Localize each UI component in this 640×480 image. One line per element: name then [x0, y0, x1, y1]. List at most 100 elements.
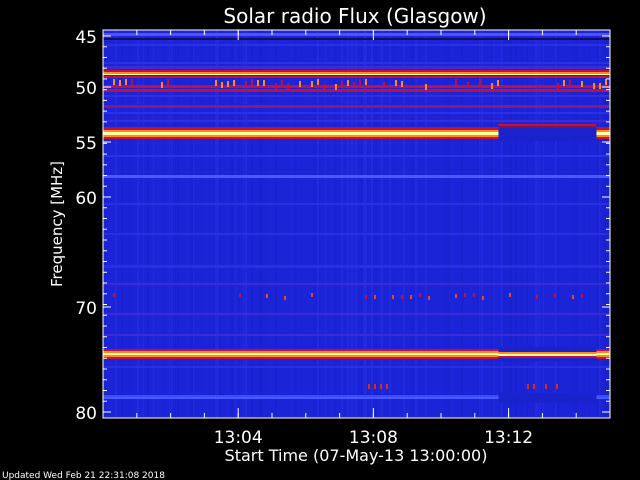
- texture-stripe: [597, 30, 599, 418]
- burst-tick: [581, 294, 583, 298]
- texture-stripe: [301, 30, 302, 418]
- texture-stripe: [213, 30, 215, 418]
- burst-tick: [473, 293, 475, 297]
- burst-tick: [347, 80, 349, 86]
- burst-tick: [392, 295, 394, 299]
- burst-tick: [556, 384, 558, 389]
- texture-stripe: [607, 30, 609, 418]
- burst-tick: [359, 79, 361, 85]
- texture-stripe: [201, 30, 202, 418]
- burst-tick: [425, 84, 427, 90]
- burst-tick: [533, 384, 535, 389]
- texture-stripe: [403, 30, 405, 418]
- texture-stripe: [363, 30, 365, 418]
- burst-tick: [365, 295, 367, 299]
- texture-stripe: [175, 30, 176, 418]
- chart-title: Solar radio Flux (Glasgow): [223, 4, 486, 28]
- frequency-band: [103, 112, 610, 114]
- burst-tick: [227, 81, 229, 87]
- burst-tick: [311, 81, 313, 87]
- x-tick-label: 13:08: [349, 428, 398, 448]
- burst-tick: [287, 83, 289, 89]
- texture-stripe: [259, 30, 261, 418]
- texture-stripe: [393, 30, 394, 418]
- texture-stripe: [265, 30, 266, 418]
- texture-stripe: [137, 30, 139, 418]
- texture-stripe: [419, 30, 420, 418]
- frequency-band: [103, 233, 610, 235]
- frequency-band: [103, 120, 610, 122]
- burst-tick: [593, 83, 595, 89]
- texture-stripe: [313, 30, 314, 418]
- texture-stripe: [261, 30, 263, 418]
- burst-tick: [386, 384, 388, 389]
- texture-stripe: [351, 30, 353, 418]
- burst-tick: [245, 81, 247, 87]
- burst-tick: [341, 81, 343, 87]
- burst-tick: [257, 80, 259, 86]
- spectrogram-plot: [103, 30, 610, 418]
- frequency-band: [103, 155, 610, 157]
- burst-tick: [581, 81, 583, 87]
- burst-tick: [419, 293, 421, 297]
- frequency-band: [103, 62, 610, 64]
- burst-tick: [131, 79, 133, 85]
- burst-tick: [395, 80, 397, 86]
- burst-tick: [401, 295, 403, 299]
- frequency-band: [103, 95, 610, 97]
- texture-stripe: [191, 30, 193, 418]
- y-tick-label: 80: [75, 404, 97, 424]
- y-tick-label: 60: [75, 189, 97, 209]
- burst-tick: [455, 79, 457, 85]
- frequency-band: [103, 334, 610, 336]
- texture-stripe: [193, 30, 194, 418]
- texture-stripe: [319, 30, 320, 418]
- texture-stripe: [415, 30, 417, 418]
- texture-stripe: [215, 30, 217, 418]
- y-tick-label: 70: [75, 299, 97, 319]
- texture-stripe: [389, 30, 391, 418]
- texture-stripe: [295, 30, 296, 418]
- frequency-band: [103, 76, 610, 78]
- burst-tick: [311, 293, 313, 297]
- frequency-band: [103, 85, 610, 88]
- burst-tick: [284, 296, 286, 300]
- burst-tick: [233, 80, 235, 86]
- texture-stripe: [473, 30, 474, 418]
- burst-tick: [167, 79, 169, 85]
- texture-stripe: [235, 30, 236, 418]
- burst-tick: [113, 79, 115, 85]
- burst-tick: [599, 83, 601, 89]
- texture-stripe: [217, 30, 219, 418]
- updated-footer: Updated Wed Feb 21 22:31:08 2018: [2, 471, 165, 480]
- texture-stripe: [129, 30, 130, 418]
- frequency-band: [103, 203, 610, 205]
- texture-stripe: [121, 30, 123, 418]
- burst-tick: [380, 384, 382, 389]
- x-tick-label: 13:04: [214, 428, 263, 448]
- segment-gap: [498, 393, 597, 403]
- burst-tick: [368, 384, 370, 389]
- texture-stripe: [153, 30, 154, 418]
- burst-tick: [410, 295, 412, 299]
- y-tick-label: 50: [75, 79, 97, 99]
- burst-tick: [221, 82, 223, 88]
- burst-tick: [557, 83, 559, 89]
- texture-stripe: [445, 30, 446, 418]
- burst-tick: [161, 82, 163, 88]
- burst-tick: [497, 80, 499, 86]
- texture-stripe: [169, 30, 170, 418]
- burst-tick: [251, 79, 253, 85]
- burst-tick: [125, 79, 127, 85]
- texture-stripe: [367, 30, 368, 418]
- burst-tick: [545, 384, 547, 389]
- texture-stripe: [461, 30, 463, 418]
- burst-tick: [479, 79, 481, 85]
- texture-stripe: [177, 30, 179, 418]
- texture-stripe: [371, 30, 373, 418]
- texture-stripe: [143, 30, 144, 418]
- burst-tick: [554, 293, 556, 297]
- texture-stripe: [147, 30, 149, 418]
- burst-tick: [365, 79, 367, 85]
- burst-tick: [455, 294, 457, 298]
